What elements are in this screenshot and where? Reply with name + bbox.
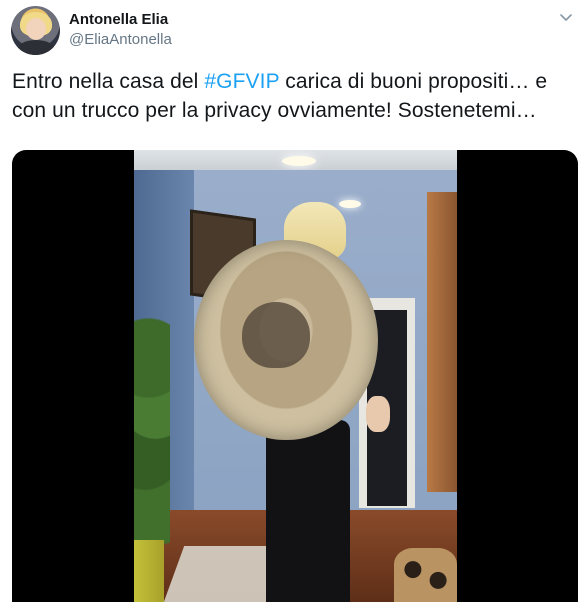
avatar-face [26,18,46,40]
video-frame[interactable] [134,150,457,602]
ceiling-light [339,200,361,208]
person-legs [266,420,350,602]
tweet-text-part: Entro nella casa del [12,70,205,93]
hashtag-link[interactable]: #GFVIP [204,70,279,93]
wood-doorway [427,192,457,492]
plant [134,310,170,550]
chevron-down-icon[interactable] [559,12,573,24]
avatar-body [17,40,55,55]
tweet-card: Antonella Elia @EliaAntonella Entro nell… [0,0,584,602]
plant-pot [134,540,164,602]
author-display-name[interactable]: Antonella Elia [69,11,168,28]
author-avatar[interactable] [11,6,60,55]
hat-crown [242,302,310,368]
ceiling-light [282,156,316,166]
tweet-text: Entro nella casa del #GFVIP carica di bu… [12,67,578,125]
leopard-bag [394,548,457,602]
person-hand [366,396,390,432]
author-handle[interactable]: @EliaAntonella [69,31,172,48]
tweet-media-video[interactable] [12,150,578,602]
